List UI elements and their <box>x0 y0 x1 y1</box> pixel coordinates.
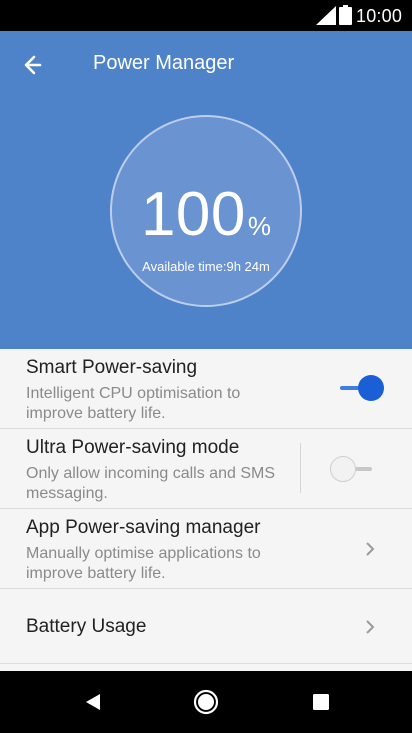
chevron-right-icon <box>366 620 375 634</box>
nav-recents-button[interactable] <box>306 687 336 717</box>
nav-back-button[interactable] <box>79 687 109 717</box>
battery-percent-value: 100 <box>140 180 246 249</box>
smart-power-saving-row[interactable]: Smart Power-saving Intelligent CPU optim… <box>0 349 412 429</box>
row-description: Intelligent CPU optimisation to improve … <box>26 385 241 422</box>
app-power-saving-manager-row[interactable]: App Power-saving manager Manually optimi… <box>0 509 412 589</box>
page-title: Power Manager <box>93 52 235 74</box>
navigation-bar <box>0 671 412 733</box>
row-title: Smart Power-saving <box>26 357 198 378</box>
battery-gauge: 100% Available time:9h 24m <box>110 115 302 307</box>
settings-list: Smart Power-saving Intelligent CPU optim… <box>0 349 412 664</box>
circle-home-icon <box>193 689 219 715</box>
row-description: Manually optimise applications to improv… <box>26 545 261 582</box>
row-title: Battery Usage <box>26 616 147 637</box>
nav-home-button[interactable] <box>191 687 221 717</box>
row-description: Only allow incoming calls and SMS messag… <box>26 465 275 502</box>
status-bar: 10:00 <box>0 0 412 31</box>
available-time: Available time:9h 24m <box>142 259 270 274</box>
toggle-thumb <box>330 456 356 482</box>
battery-usage-row[interactable]: Battery Usage <box>0 589 412 664</box>
battery-percent: 100% <box>112 179 300 250</box>
divider <box>300 443 301 493</box>
back-button[interactable] <box>20 53 52 77</box>
status-time: 10:00 <box>356 6 403 26</box>
square-recents-icon <box>313 694 329 710</box>
row-title: Ultra Power-saving mode <box>26 437 240 458</box>
smart-power-saving-toggle[interactable] <box>336 374 386 404</box>
triangle-back-icon <box>86 694 100 710</box>
row-title: App Power-saving manager <box>26 517 261 538</box>
toggle-thumb <box>358 375 384 401</box>
signal-icon <box>316 6 336 25</box>
ultra-power-saving-toggle[interactable] <box>330 455 380 485</box>
chevron-right-icon <box>366 542 375 556</box>
battery-icon <box>339 5 352 25</box>
header-panel: Power Manager 100% Available time:9h 24m <box>0 31 412 349</box>
arrow-left-icon <box>24 55 42 75</box>
battery-percent-sign: % <box>247 211 272 241</box>
ultra-power-saving-row[interactable]: Ultra Power-saving mode Only allow incom… <box>0 429 412 509</box>
